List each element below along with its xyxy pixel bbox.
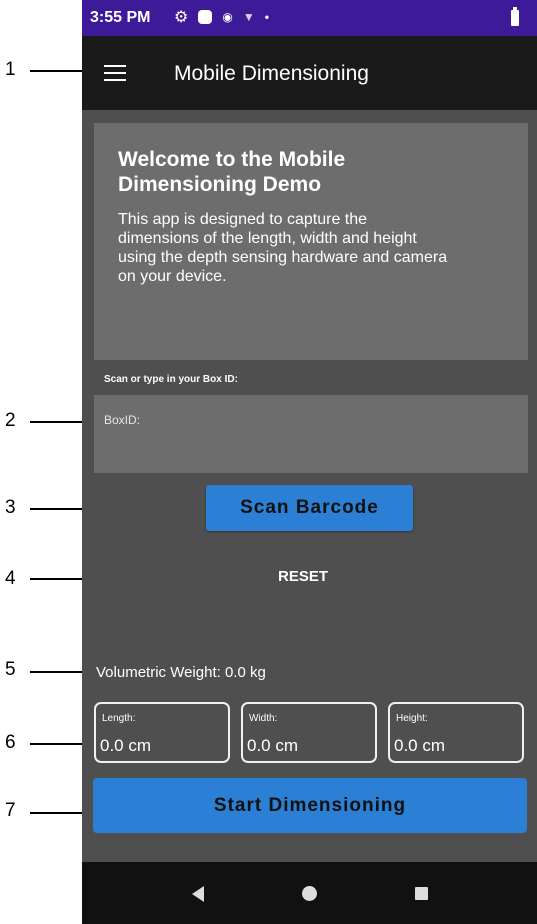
- callout-2: 2: [5, 410, 16, 431]
- box-id-label: Scan or type in your Box ID:: [104, 374, 238, 385]
- navigation-bar: [82, 862, 537, 924]
- hamburger-menu-icon[interactable]: [104, 65, 126, 81]
- recent-apps-icon[interactable]: [415, 887, 428, 900]
- height-field[interactable]: Height: 0.0 cm: [388, 702, 524, 763]
- callout-1: 1: [5, 59, 16, 80]
- length-label: Length:: [102, 713, 136, 724]
- home-icon[interactable]: [302, 886, 317, 901]
- width-value: 0.0 cm: [247, 736, 299, 755]
- dot-icon: •: [264, 10, 269, 24]
- height-value: 0.0 cm: [394, 736, 446, 755]
- length-field[interactable]: Length: 0.0 cm: [94, 702, 230, 763]
- callout-4: 4: [5, 568, 16, 589]
- app-bar: Mobile Dimensioning: [82, 36, 537, 110]
- phone-screen: 3:55 PM ⚙ ◉ ▼ • Mobile Dimensioning Welc…: [82, 0, 537, 924]
- callout-6: 6: [5, 732, 16, 753]
- app-title: Mobile Dimensioning: [174, 62, 369, 85]
- status-icons: ⚙ ◉ ▼ •: [174, 7, 269, 27]
- gear-icon: ⚙: [174, 9, 189, 26]
- battery-icon: [511, 7, 519, 26]
- scan-barcode-button[interactable]: Scan Barcode: [206, 485, 413, 531]
- app-notification-icon: [198, 10, 213, 24]
- callout-7: 7: [5, 800, 16, 821]
- box-id-input[interactable]: BoxID:: [94, 395, 528, 473]
- height-label: Height:: [396, 713, 428, 724]
- callout-5: 5: [5, 659, 16, 680]
- welcome-title: Welcome to the Mobile Dimensioning Demo: [118, 148, 346, 196]
- start-dimensioning-button[interactable]: Start Dimensioning: [93, 778, 527, 833]
- width-field[interactable]: Width: 0.0 cm: [241, 702, 377, 763]
- status-bar: 3:55 PM ⚙ ◉ ▼ •: [82, 0, 537, 36]
- drop-icon: ◉: [222, 10, 233, 24]
- reset-button[interactable]: RESET: [278, 568, 328, 585]
- welcome-card: Welcome to the Mobile Dimensioning Demo …: [94, 123, 528, 360]
- length-value: 0.0 cm: [100, 736, 152, 755]
- volumetric-weight-text: Volumetric Weight: 0.0 kg: [96, 664, 266, 681]
- wifi-icon: ▼: [242, 10, 255, 24]
- box-id-placeholder: BoxID:: [104, 413, 141, 427]
- back-icon[interactable]: [192, 886, 204, 902]
- welcome-body: This app is designed to capture the dime…: [118, 211, 448, 285]
- callout-3: 3: [5, 497, 16, 518]
- width-label: Width:: [249, 713, 278, 724]
- status-time: 3:55 PM: [90, 9, 151, 26]
